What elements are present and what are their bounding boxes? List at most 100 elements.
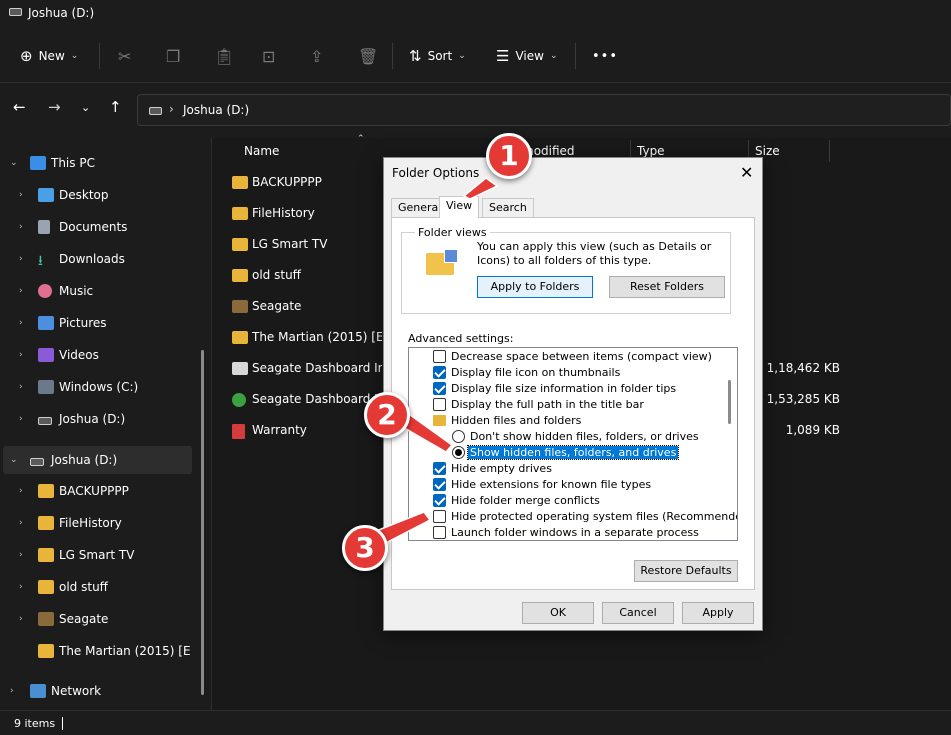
chevron-down-icon[interactable]: ⌄ bbox=[10, 158, 18, 168]
up-arrow-icon[interactable]: ↑ bbox=[109, 98, 122, 116]
column-divider[interactable] bbox=[829, 140, 830, 162]
rename-button[interactable]: ⊡ bbox=[262, 41, 275, 71]
option-full-path-title[interactable]: Display the full path in the title bar bbox=[409, 397, 729, 413]
option-show-hidden[interactable]: Show hidden files, folders, and drives bbox=[409, 445, 729, 461]
column-header-size[interactable]: Size bbox=[755, 144, 780, 158]
sidebar-item-label: Videos bbox=[59, 348, 99, 362]
chevron-right-icon[interactable]: › bbox=[10, 686, 14, 696]
ok-button[interactable]: OK bbox=[522, 602, 594, 624]
sidebar-item-this-pc[interactable]: ⌄ This PC bbox=[0, 149, 192, 177]
chevron-right-icon[interactable]: › bbox=[19, 414, 23, 424]
sort-button[interactable]: ⇅ Sort ⌄ bbox=[409, 41, 466, 71]
chevron-right-icon[interactable]: › bbox=[19, 222, 23, 232]
option-compact-view[interactable]: Decrease space between items (compact vi… bbox=[409, 349, 729, 365]
chevron-right-icon[interactable]: › bbox=[19, 518, 23, 528]
checkbox-checked[interactable] bbox=[433, 366, 446, 379]
file-name: Seagate Dashboard Insi bbox=[252, 392, 382, 406]
new-button[interactable]: ⊕ New ⌄ bbox=[20, 41, 78, 71]
option-hide-protected-os-files[interactable]: Hide protected operating system files (R… bbox=[409, 509, 737, 525]
checkbox-checked[interactable] bbox=[433, 478, 446, 491]
sidebar-item-videos[interactable]: › Videos bbox=[0, 341, 192, 369]
file-name: BACKUPPPP bbox=[252, 175, 322, 189]
folder-icon bbox=[232, 238, 248, 251]
sidebar-item-windows-c[interactable]: › Windows (C:) bbox=[0, 373, 192, 401]
advanced-list-scrollbar[interactable] bbox=[728, 380, 731, 424]
sidebar-item-label: The Martian (2015) [EXTE bbox=[59, 644, 191, 658]
file-name: old stuff bbox=[252, 268, 301, 282]
checkbox-checked[interactable] bbox=[433, 494, 446, 507]
sidebar-item-joshua-d-selected[interactable]: ⌄ Joshua (D:) bbox=[3, 446, 192, 474]
checkbox[interactable] bbox=[433, 510, 446, 523]
chevron-right-icon[interactable]: › bbox=[19, 486, 23, 496]
breadcrumb[interactable]: Joshua (D:) bbox=[183, 103, 249, 117]
share-button[interactable]: ⇪ bbox=[310, 41, 323, 71]
chevron-right-icon[interactable]: › bbox=[19, 190, 23, 200]
recent-chevron-icon[interactable]: ⌄ bbox=[81, 101, 90, 114]
advanced-settings-label: Advanced settings: bbox=[408, 332, 514, 345]
option-file-icon-thumbnails[interactable]: Display file icon on thumbnails bbox=[409, 365, 729, 381]
option-hide-merge-conflicts[interactable]: Hide folder merge conflicts bbox=[409, 493, 729, 509]
apply-button[interactable]: Apply bbox=[682, 602, 754, 624]
checkbox[interactable] bbox=[433, 398, 446, 411]
option-file-size-tips[interactable]: Display file size information in folder … bbox=[409, 381, 729, 397]
checkbox-checked[interactable] bbox=[433, 462, 446, 475]
sidebar-item-joshua-d[interactable]: › Joshua (D:) bbox=[0, 405, 192, 433]
chevron-right-icon: › bbox=[169, 102, 174, 116]
checkbox[interactable] bbox=[433, 526, 446, 539]
installer-icon bbox=[232, 362, 248, 375]
close-icon[interactable]: ✕ bbox=[740, 163, 753, 182]
chevron-right-icon[interactable]: › bbox=[19, 254, 23, 264]
option-label: Display file icon on thumbnails bbox=[451, 366, 621, 379]
back-arrow-icon[interactable]: ← bbox=[13, 98, 26, 116]
chevron-right-icon[interactable]: › bbox=[19, 318, 23, 328]
sidebar-item-network[interactable]: › Network bbox=[0, 677, 192, 705]
tab-view[interactable]: View bbox=[439, 196, 480, 218]
sidebar-item-label: This PC bbox=[51, 156, 95, 170]
address-bar[interactable]: › Joshua (D:) bbox=[137, 94, 951, 126]
option-label: Don't show hidden files, folders, or dri… bbox=[470, 430, 699, 443]
chevron-right-icon[interactable]: › bbox=[19, 286, 23, 296]
forward-arrow-icon[interactable]: → bbox=[48, 98, 61, 116]
chevron-right-icon[interactable]: › bbox=[19, 350, 23, 360]
sidebar-item-documents[interactable]: › Documents bbox=[0, 213, 192, 241]
sidebar-item-lg-smart-tv[interactable]: › LG Smart TV bbox=[0, 541, 192, 569]
option-hide-extensions[interactable]: Hide extensions for known file types bbox=[409, 477, 729, 493]
more-options-button[interactable]: ••• bbox=[592, 41, 618, 71]
restore-defaults-button[interactable]: Restore Defaults bbox=[634, 560, 738, 582]
checkbox[interactable] bbox=[433, 350, 446, 363]
cut-button[interactable]: ✂ bbox=[118, 41, 131, 71]
chevron-right-icon[interactable]: › bbox=[19, 614, 23, 624]
view-button[interactable]: ☰ View ⌄ bbox=[496, 41, 557, 71]
delete-button[interactable]: 🗑︎ bbox=[358, 41, 378, 71]
option-dont-show-hidden[interactable]: Don't show hidden files, folders, or dri… bbox=[409, 429, 729, 445]
column-header-name[interactable]: Name bbox=[244, 144, 279, 158]
chevron-right-icon[interactable]: › bbox=[19, 582, 23, 592]
sidebar-item-the-martian[interactable]: The Martian (2015) [EXTE bbox=[0, 637, 192, 665]
radio-button-selected[interactable] bbox=[452, 446, 465, 459]
sidebar-item-pictures[interactable]: › Pictures bbox=[0, 309, 192, 337]
sidebar-item-seagate[interactable]: › Seagate bbox=[0, 605, 192, 633]
sidebar-item-old-stuff[interactable]: › old stuff bbox=[0, 573, 192, 601]
sidebar-item-music[interactable]: › Music bbox=[0, 277, 192, 305]
chevron-right-icon[interactable]: › bbox=[19, 550, 23, 560]
option-separate-process[interactable]: Launch folder windows in a separate proc… bbox=[409, 525, 729, 540]
sidebar-item-desktop[interactable]: › Desktop bbox=[0, 181, 192, 209]
radio-button[interactable] bbox=[452, 430, 465, 443]
column-header-type[interactable]: Type bbox=[637, 144, 665, 158]
tab-search[interactable]: Search bbox=[482, 198, 534, 217]
checkbox-checked[interactable] bbox=[433, 382, 446, 395]
sidebar-item-backupppp[interactable]: › BACKUPPPP bbox=[0, 477, 192, 505]
chevron-down-icon[interactable]: ⌄ bbox=[10, 455, 18, 465]
reset-folders-button[interactable]: Reset Folders bbox=[609, 276, 725, 298]
apply-to-folders-button[interactable]: Apply to Folders bbox=[477, 276, 593, 298]
copy-button[interactable]: ❐ bbox=[166, 41, 180, 71]
cancel-button[interactable]: Cancel bbox=[602, 602, 674, 624]
sidebar-scrollbar[interactable] bbox=[201, 350, 204, 695]
network-icon bbox=[30, 684, 46, 698]
paste-button[interactable]: 📋︎ bbox=[214, 41, 234, 71]
sidebar-item-downloads[interactable]: › ⭳ Downloads bbox=[0, 245, 192, 273]
chevron-right-icon[interactable]: › bbox=[19, 382, 23, 392]
option-hide-empty-drives[interactable]: Hide empty drives bbox=[409, 461, 729, 477]
sidebar-item-filehistory[interactable]: › FileHistory bbox=[0, 509, 192, 537]
option-label: Decrease space between items (compact vi… bbox=[451, 350, 712, 363]
